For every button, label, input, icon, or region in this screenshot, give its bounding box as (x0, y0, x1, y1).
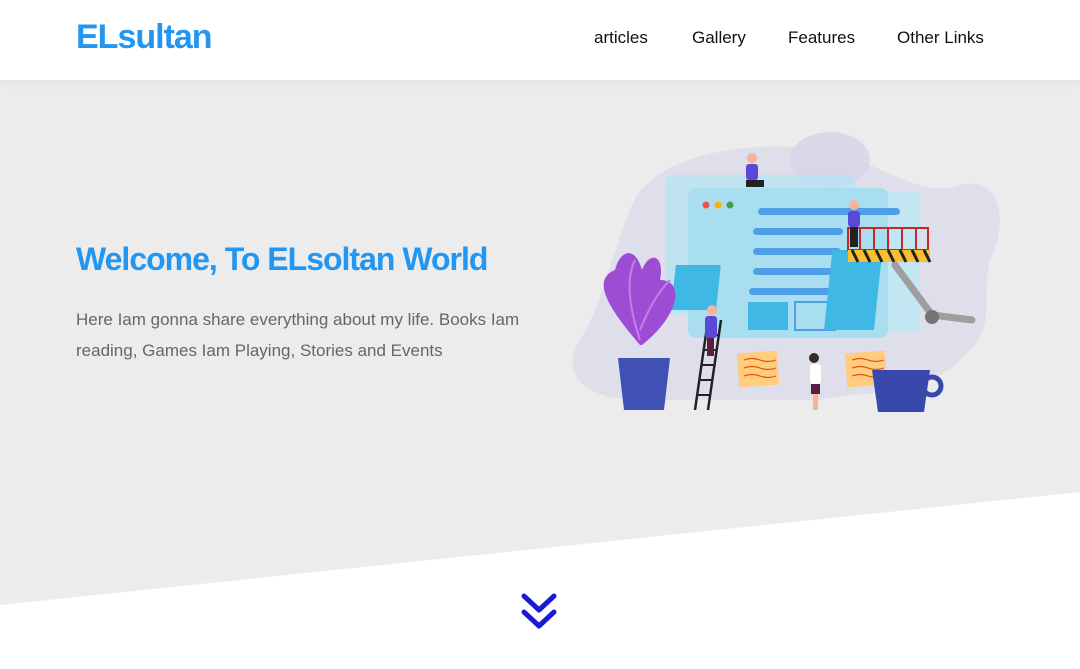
double-chevron-down-icon[interactable] (519, 590, 559, 634)
nav-link-gallery[interactable]: Gallery (692, 28, 746, 48)
nav-link-articles[interactable]: articles (594, 28, 648, 48)
nav-link-other-links[interactable]: Other Links (897, 28, 984, 48)
header: ELsultan articles Gallery Features Other… (0, 0, 1080, 80)
landing-title: Welcome, To ELsoltan World (76, 241, 488, 277)
main-nav: articles Gallery Features Other Links (0, 28, 1080, 52)
landing-description: Here Iam gonna share everything about my… (76, 310, 520, 360)
landing-illustration (572, 132, 1000, 412)
nav-link-features[interactable]: Features (788, 28, 855, 48)
